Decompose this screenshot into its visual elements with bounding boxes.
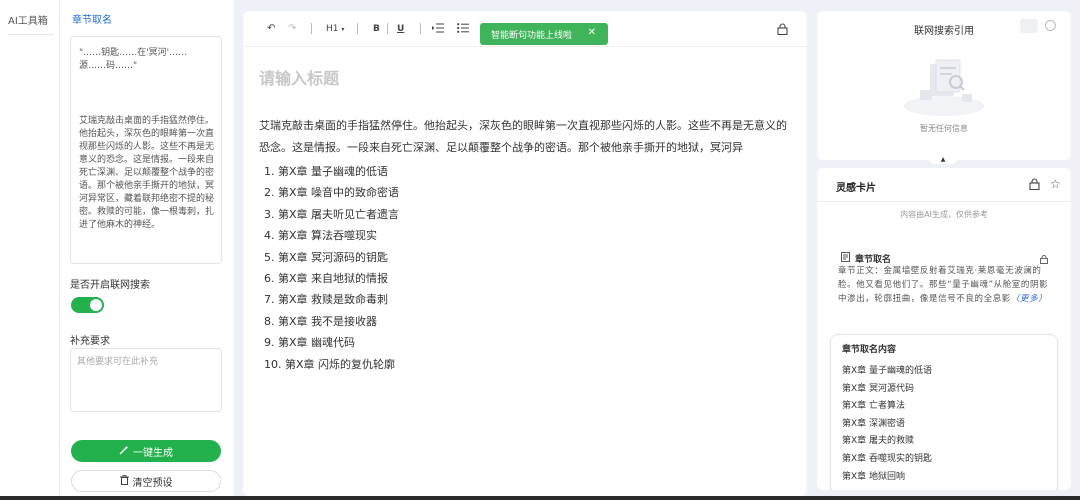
toolbar-divider (357, 23, 358, 34)
content-item[interactable]: 第X章 亡者算法 (842, 398, 932, 416)
indent-icon[interactable] (432, 23, 444, 37)
source-text-box[interactable]: "……钥匙……在'冥河'……源……码……" 艾瑞克敲击桌面的手指猛然停住。他抬起… (70, 36, 222, 264)
card-body: 章节正文：金属墙壁反射着艾瑞克·莱恩毫无波澜的脸。他又看见他们了。那些“量子幽魂… (838, 264, 1055, 306)
chapter-item[interactable]: 9. 第X章 幽魂代码 (264, 332, 399, 353)
clear-preset-button[interactable]: 清空预设 (71, 470, 221, 492)
bold-button[interactable]: B (373, 23, 380, 35)
config-heading: 章节取名 (72, 15, 112, 26)
web-search-panel: 联网搜索引用 暂无任何信息 (817, 11, 1071, 160)
naming-content-box: 章节取名内容 第X章 量子幽魂的低语 第X章 冥河源代码 第X章 亡者算法 第X… (830, 334, 1058, 490)
generate-button[interactable]: 一键生成 (71, 440, 221, 462)
empty-illustration-icon (902, 56, 986, 121)
editor-panel: ↶ ↷ H1 ▾ B U 请输入标题 艾瑞克敲击桌面的手指猛然停住。他抬起头，深… (243, 11, 807, 496)
content-item[interactable]: 第X章 屠夫的救赎 (842, 433, 932, 451)
chapter-item[interactable]: 5. 第X章 冥河源码的钥匙 (264, 247, 399, 268)
source-paragraph: 艾瑞克敲击桌面的手指猛然停住。他抬起头，深灰色的眼眸第一次直视那些闪烁的人影。这… (79, 116, 215, 230)
chapter-item[interactable]: 8. 第X章 我不是接收器 (264, 311, 399, 332)
content-item[interactable]: 第X章 冥河源代码 (842, 381, 932, 399)
extra-requirements-label: 补充要求 (70, 336, 110, 347)
lock-icon[interactable] (1029, 178, 1040, 193)
underline-button[interactable]: U (397, 23, 404, 35)
clear-preset-label: 清空预设 (132, 477, 173, 489)
undo-icon[interactable]: ↶ (267, 23, 275, 35)
web-search-toggle[interactable] (71, 297, 104, 313)
toggle-knob (90, 299, 102, 311)
extra-requirements-input[interactable]: 其他要求可在此补充 (70, 348, 222, 412)
source-quote: "……钥匙……在'冥河'……源……码……" (79, 48, 188, 71)
chapter-item[interactable]: 7. 第X章 救赎是致命毒刺 (264, 289, 399, 310)
chapter-item[interactable]: 10. 第X章 闪烁的复仇轮廓 (264, 354, 399, 375)
empty-message: 暂无任何信息 (920, 124, 968, 133)
more-link[interactable]: （更多） (1011, 294, 1047, 304)
panel-divider (817, 201, 1071, 202)
chapter-item[interactable]: 3. 第X章 屠夫听见亡者遗言 (264, 204, 399, 225)
toolbar-divider (311, 23, 312, 34)
toast-message: 智能断句功能上线啦 (491, 30, 573, 41)
trash-icon (119, 474, 129, 488)
chapter-list: 1. 第X章 量子幽魂的低语 2. 第X章 噪音中的致命密语 3. 第X章 屠夫… (264, 161, 399, 375)
heading-level: H1 (326, 24, 339, 34)
content-item[interactable]: 第X章 吞噬现实的钥匙 (842, 451, 932, 469)
collapse-up-icon[interactable]: ▲ (929, 154, 957, 164)
bottom-strip (0, 496, 1080, 500)
magic-wand-icon (119, 445, 129, 458)
chapter-item[interactable]: 4. 第X章 算法吞噬现实 (264, 225, 399, 246)
inspiration-panel: 灵感卡片 ☆ 内容由AI生成，仅供参考 章节取名 章节正文：金属墙壁反射着艾瑞克… (817, 168, 1071, 490)
chevron-down-icon: ▾ (341, 26, 345, 33)
toolbar-divider (420, 23, 421, 34)
inspiration-title: 灵感卡片 (836, 183, 876, 194)
toolbar-divider (387, 23, 388, 34)
content-item[interactable]: 第X章 深渊密语 (842, 416, 932, 434)
feature-toast: 智能断句功能上线啦 ✕ (480, 23, 608, 45)
left-rail: AI工具箱 (0, 0, 60, 496)
content-item[interactable]: 第X章 地狱回响 (842, 469, 932, 487)
ai-disclaimer: 内容由AI生成，仅供参考 (900, 210, 988, 219)
config-panel: 章节取名 "……钥匙……在'冥河'……源……码……" 艾瑞克敲击桌面的手指猛然停… (60, 0, 234, 496)
chapter-item[interactable]: 6. 第X章 来自地狱的情报 (264, 268, 399, 289)
ai-toolbox-title[interactable]: AI工具箱 (8, 12, 48, 27)
content-list: 第X章 量子幽魂的低语 第X章 冥河源代码 第X章 亡者算法 第X章 深渊密语 … (842, 363, 932, 486)
toast-close-icon[interactable]: ✕ (588, 27, 596, 38)
star-icon[interactable]: ☆ (1050, 177, 1061, 191)
search-action-icon[interactable] (1020, 19, 1038, 33)
chapter-item[interactable]: 1. 第X章 量子幽魂的低语 (264, 161, 399, 182)
chapter-item[interactable]: 2. 第X章 噪音中的致命密语 (264, 182, 399, 203)
redo-icon[interactable]: ↷ (288, 23, 296, 35)
web-search-label: 是否开启联网搜索 (70, 280, 150, 291)
content-title: 章节取名内容 (842, 345, 897, 355)
clock-icon[interactable] (1045, 20, 1056, 31)
rail-divider (8, 34, 54, 35)
title-input[interactable]: 请输入标题 (259, 65, 339, 89)
editor-body-text[interactable]: 艾瑞克敲击桌面的手指猛然停住。他抬起头，深灰色的眼眸第一次直视那些闪烁的人影。这… (259, 115, 791, 159)
heading-select[interactable]: H1 ▾ (326, 23, 344, 36)
generate-label: 一键生成 (133, 447, 173, 459)
lock-icon[interactable] (777, 23, 788, 39)
content-item[interactable]: 第X章 量子幽魂的低语 (842, 363, 932, 381)
list-icon[interactable] (457, 23, 469, 37)
